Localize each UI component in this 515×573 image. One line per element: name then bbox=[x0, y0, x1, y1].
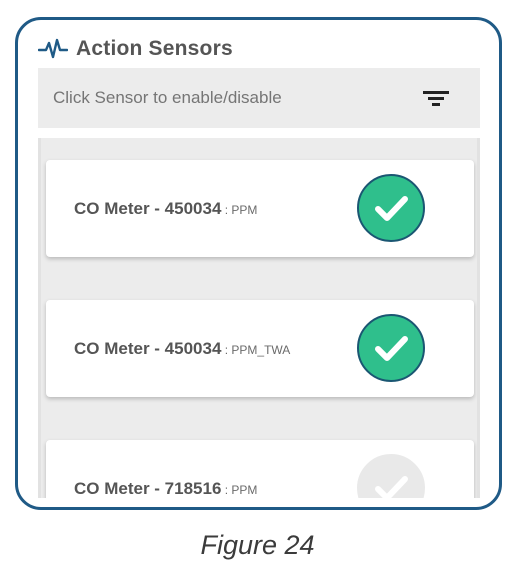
sensor-label: CO Meter - 718516 : PPM bbox=[74, 479, 257, 499]
filter-icon[interactable] bbox=[422, 87, 450, 109]
app-header: Action Sensors bbox=[37, 33, 233, 65]
sensor-unit: PPM bbox=[231, 482, 258, 497]
enabled-toggle[interactable] bbox=[357, 314, 425, 382]
sensor-card[interactable]: CO Meter - 450034 : PPM bbox=[46, 160, 474, 257]
sensor-separator: : bbox=[221, 482, 232, 497]
sensor-unit: PPM bbox=[231, 202, 258, 217]
sensor-card[interactable]: CO Meter - 718516 : PPM bbox=[46, 440, 474, 498]
page-title: Action Sensors bbox=[76, 37, 233, 60]
filter-bar: Click Sensor to enable/disable bbox=[38, 68, 480, 128]
figure-caption: Figure 24 bbox=[200, 530, 315, 560]
sensor-name: CO Meter - 718516 bbox=[74, 478, 222, 498]
activity-pulse-icon bbox=[37, 38, 69, 60]
sensor-unit: PPM_TWA bbox=[231, 342, 291, 357]
check-icon bbox=[375, 476, 408, 498]
sensor-name: CO Meter - 450034 bbox=[74, 198, 222, 218]
sensor-label: CO Meter - 450034 : PPM_TWA bbox=[74, 339, 290, 359]
enabled-toggle[interactable] bbox=[357, 174, 425, 242]
filter-hint: Click Sensor to enable/disable bbox=[53, 88, 282, 107]
sensor-separator: : bbox=[221, 202, 232, 217]
check-icon bbox=[375, 336, 408, 361]
check-icon bbox=[375, 196, 408, 221]
sensor-list[interactable]: CO Meter - 450034 : PPM CO Meter - 45003… bbox=[38, 138, 480, 498]
app-frame: Action Sensors Click Sensor to enable/di… bbox=[15, 17, 502, 510]
disabled-toggle[interactable] bbox=[357, 454, 425, 498]
sensor-card[interactable]: CO Meter - 450034 : PPM_TWA bbox=[46, 300, 474, 397]
sensor-separator: : bbox=[221, 342, 232, 357]
sensor-label: CO Meter - 450034 : PPM bbox=[74, 199, 257, 219]
sensor-name: CO Meter - 450034 bbox=[74, 338, 222, 358]
